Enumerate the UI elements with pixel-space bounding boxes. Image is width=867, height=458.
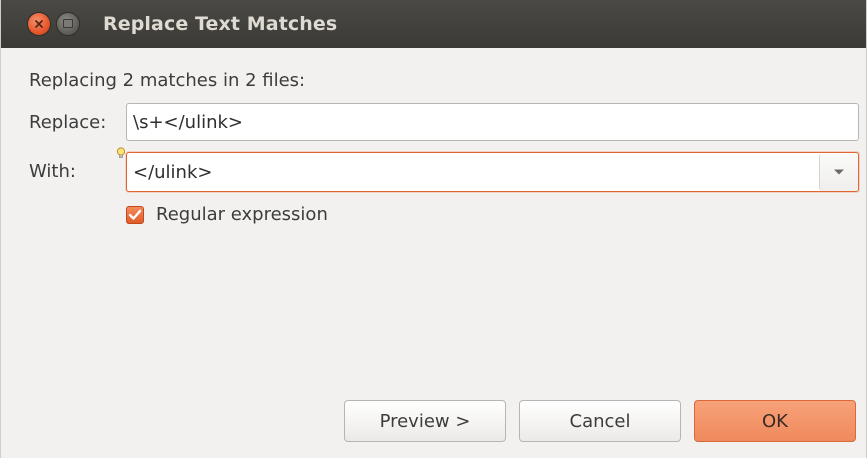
ok-button[interactable]: OK — [694, 400, 856, 442]
with-input[interactable] — [127, 153, 819, 191]
with-combobox[interactable] — [126, 152, 859, 192]
minimize-button[interactable] — [57, 13, 79, 35]
minimize-icon — [63, 19, 73, 28]
title-bar: Replace Text Matches — [1, 0, 866, 48]
replace-input[interactable] — [126, 103, 859, 141]
preview-button[interactable]: Preview > — [344, 400, 506, 442]
with-dropdown-button[interactable] — [820, 153, 858, 191]
with-label: With: — [29, 161, 76, 182]
regex-label: Regular expression — [156, 204, 328, 225]
replace-dialog: Replace Text Matches Replacing 2 matches… — [0, 0, 867, 458]
regex-checkbox[interactable] — [126, 205, 144, 224]
check-icon — [128, 209, 142, 220]
close-icon — [35, 20, 43, 28]
replace-label: Replace: — [29, 112, 107, 133]
regex-option[interactable]: Regular expression — [126, 204, 328, 225]
window-title: Replace Text Matches — [103, 13, 338, 35]
lightbulb-icon — [116, 147, 126, 158]
cancel-button[interactable]: Cancel — [519, 400, 681, 442]
close-button[interactable] — [28, 13, 50, 35]
match-summary: Replacing 2 matches in 2 files: — [29, 70, 306, 91]
chevron-down-icon — [834, 169, 844, 175]
